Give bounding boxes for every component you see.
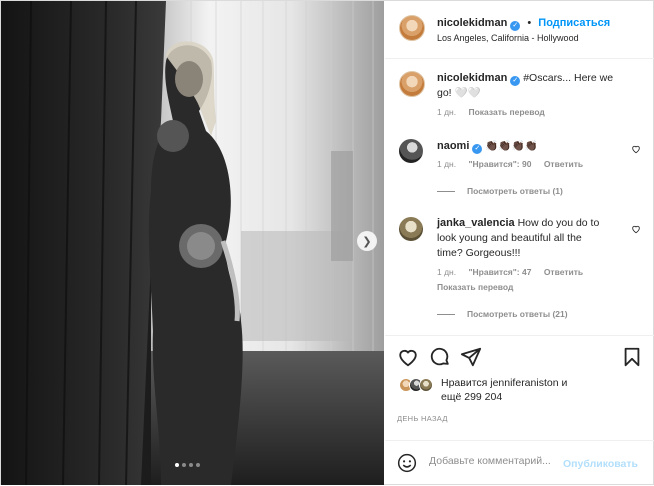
caption-text: nicolekidman ✓ #Oscars... Here we go! 🤍🤍 — [437, 71, 642, 101]
view-replies-button[interactable]: Посмотреть ответы (1) — [437, 186, 563, 196]
comment-body: 👏🏿👏🏿👏🏿👏🏿 — [485, 140, 538, 152]
next-slide-button[interactable]: ❯ — [357, 231, 377, 251]
comment-line2: look young and beautiful all the — [437, 232, 582, 244]
author-avatar[interactable] — [399, 15, 425, 41]
caption-line2: go! 🤍🤍 — [437, 87, 481, 99]
carousel-indicator — [175, 463, 200, 467]
carousel-dot — [196, 463, 200, 467]
comment-likes[interactable]: "Нравится": 47 — [468, 267, 531, 277]
comment-icon[interactable] — [429, 346, 451, 368]
comment-time[interactable]: 1 дн. — [437, 159, 456, 169]
add-comment-bar: Опубликовать — [385, 440, 654, 486]
post-photo[interactable]: ❯ — [1, 1, 384, 485]
caption-time[interactable]: 1 дн. — [437, 107, 456, 117]
comment-username[interactable]: janka_valencia — [437, 217, 515, 229]
caption-translate-link[interactable]: Показать перевод — [468, 107, 544, 117]
caption-username[interactable]: nicolekidman — [437, 72, 507, 84]
comment-text: naomi ✓ 👏🏿👏🏿👏🏿👏🏿 — [437, 139, 627, 154]
publish-button[interactable]: Опубликовать — [563, 458, 638, 470]
comment-avatar[interactable] — [399, 139, 423, 163]
view-replies-label: Посмотреть ответы (21) — [467, 309, 568, 319]
carousel-dot — [182, 463, 186, 467]
carousel-dot — [189, 463, 193, 467]
divider-line — [437, 190, 455, 192]
post-location[interactable]: Los Angeles, California - Hollywood — [437, 33, 579, 43]
comment-line1: How do you do to — [517, 217, 600, 229]
likes-line2: ещё 299 204 — [441, 391, 503, 403]
verified-icon: ✓ — [472, 144, 483, 154]
share-icon[interactable] — [460, 346, 482, 368]
follow-button[interactable]: Подписаться — [538, 17, 610, 29]
comment-text: janka_valencia How do you do to look you… — [437, 216, 627, 261]
post-header: nicolekidman ✓ • Подписаться Los Angeles,… — [385, 1, 654, 59]
verified-icon: ✓ — [510, 76, 521, 86]
reply-button[interactable]: Ответить — [544, 267, 583, 277]
verified-icon: ✓ — [510, 21, 521, 31]
comment-line3: time? Gorgeous!!! — [437, 247, 521, 259]
post-date[interactable]: ДЕНЬ НАЗАД — [397, 414, 448, 423]
liked-by-avatars[interactable] — [399, 378, 433, 392]
heart-icon[interactable] — [397, 346, 419, 368]
reply-button[interactable]: Ответить — [544, 159, 583, 169]
comment-avatar[interactable] — [399, 217, 423, 241]
author-username[interactable]: nicolekidman — [437, 17, 507, 29]
post-actions: Нравится jenniferaniston и ещё 299 204 Д… — [385, 335, 654, 485]
view-replies-label: Посмотреть ответы (1) — [467, 186, 563, 196]
bookmark-icon[interactable] — [621, 346, 643, 368]
comment-likes[interactable]: "Нравится": 90 — [468, 159, 531, 169]
heart-icon[interactable] — [631, 224, 641, 234]
caption-avatar[interactable] — [399, 71, 425, 97]
comment-input[interactable] — [429, 455, 557, 467]
comment-translate: Показать перевод — [437, 282, 523, 292]
carousel-dot — [175, 463, 179, 467]
comment-time[interactable]: 1 дн. — [437, 267, 456, 277]
likes-summary[interactable]: Нравится jenniferaniston и ещё 299 204 — [441, 376, 567, 404]
chevron-right-icon: ❯ — [362, 235, 372, 248]
comment-meta: 1 дн. "Нравится": 90 Ответить — [437, 159, 593, 169]
comment-username[interactable]: naomi — [437, 140, 469, 152]
heart-icon[interactable] — [631, 144, 641, 154]
view-replies-button[interactable]: Посмотреть ответы (21) — [437, 309, 568, 319]
caption-meta: 1 дн. Показать перевод — [437, 107, 555, 117]
caption-line1: #Oscars... Here we — [523, 72, 614, 84]
avatar — [419, 378, 433, 392]
post-side-panel: nicolekidman ✓ • Подписаться Los Angeles,… — [385, 1, 654, 485]
emoji-icon[interactable] — [397, 453, 417, 473]
instagram-post: ❯ nicolekidman ✓ • Подписаться Los Angele… — [0, 0, 654, 485]
comment-translate-link[interactable]: Показать перевод — [437, 282, 513, 292]
photo-scene — [1, 1, 384, 485]
header-separator: • — [527, 17, 532, 29]
comment-meta: 1 дн. "Нравится": 47 Ответить — [437, 267, 593, 277]
likes-line1: Нравится jenniferaniston и — [441, 377, 568, 389]
divider-line — [437, 313, 455, 315]
